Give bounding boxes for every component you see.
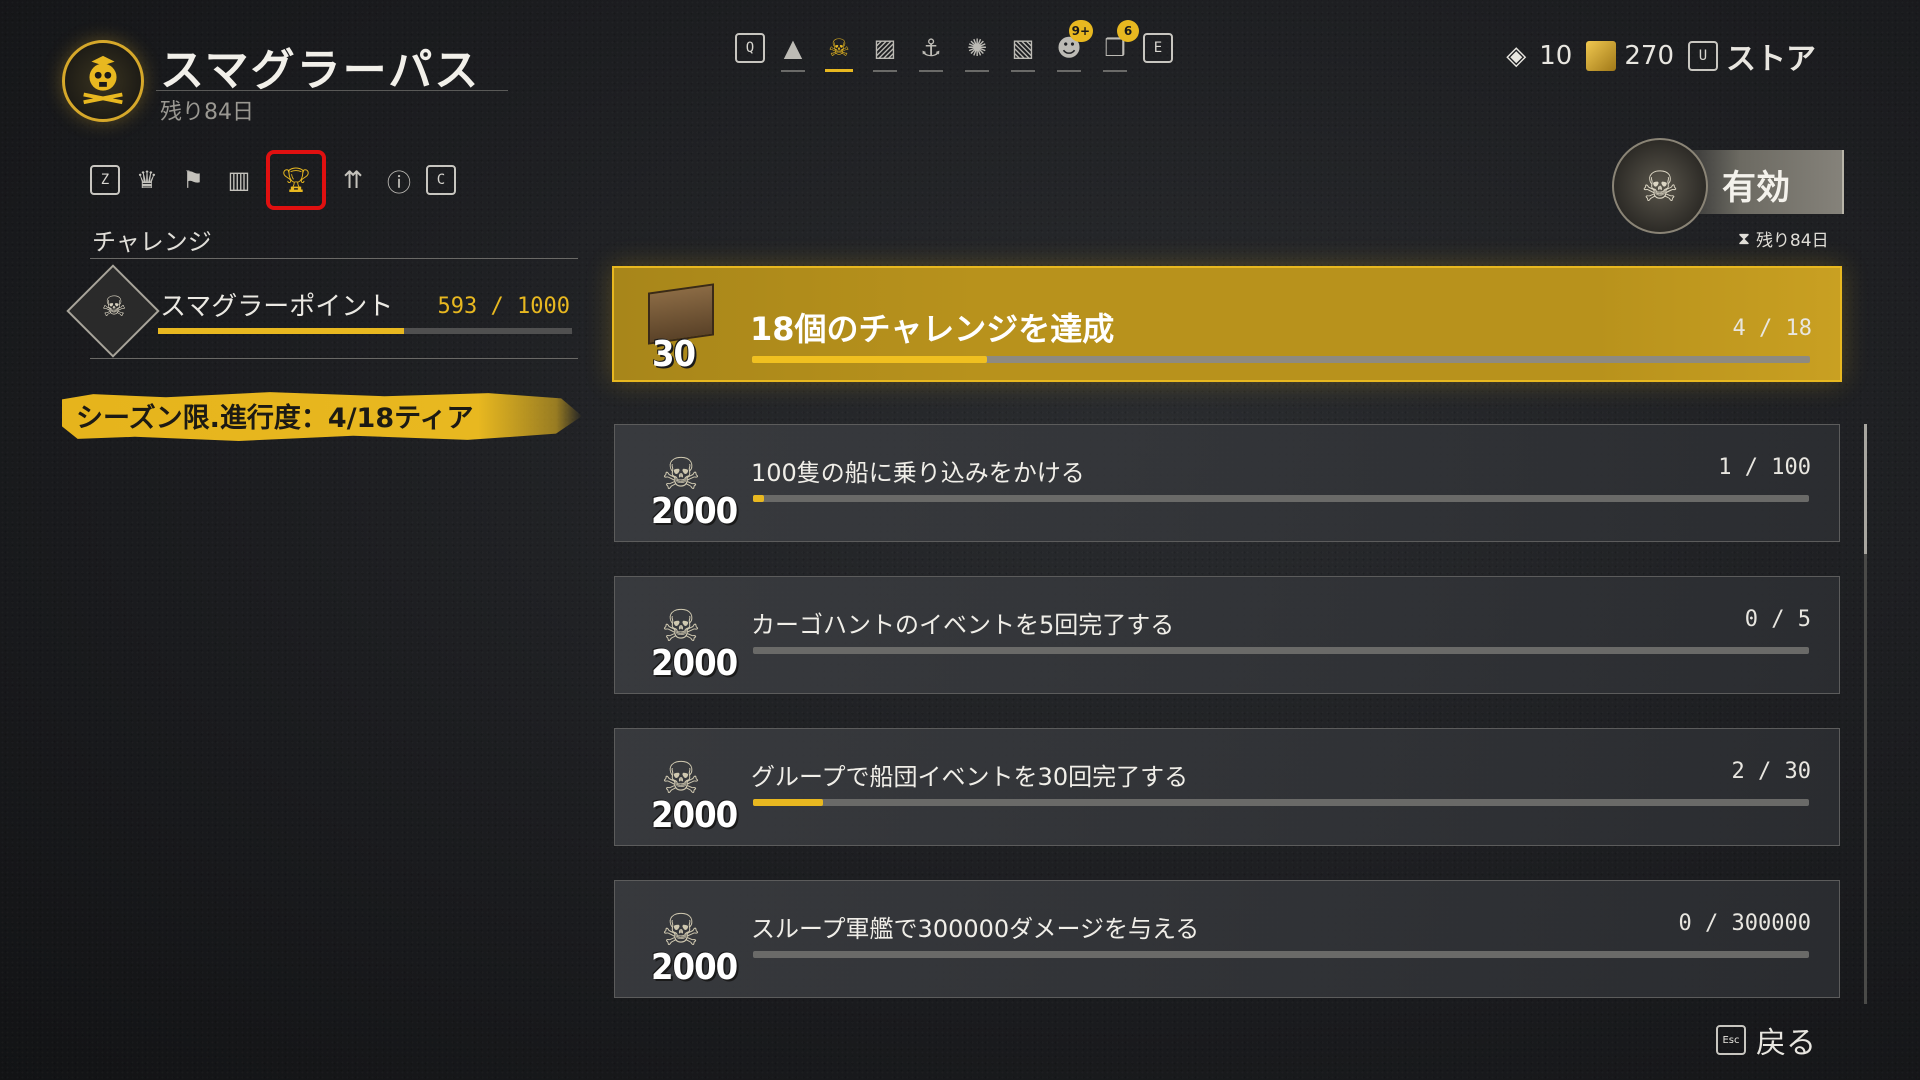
- challenge-count: 1 / 100: [1718, 455, 1811, 480]
- esc-key: Esc: [1716, 1025, 1746, 1055]
- smuggler-points-value: 593 / 1000: [437, 294, 570, 319]
- points-divider: [90, 358, 578, 359]
- challenge-count: 4 / 18: [1732, 316, 1812, 341]
- back-label: 戻る: [1756, 1026, 1816, 1061]
- challenge-count: 2 / 30: [1731, 759, 1811, 784]
- gold-balance: 270: [1586, 41, 1674, 71]
- challenge-card[interactable]: ☠ 2000 100隻の船に乗り込みをかける 1 / 100: [614, 424, 1840, 542]
- challenge-card[interactable]: ☠ 2000 グループで船団イベントを30回完了する 2 / 30: [614, 728, 1840, 846]
- sub-nav: Z ♛ ⚑ ▥ 🏆︎ ⇈ ⓘ C: [90, 150, 456, 210]
- gift-icon[interactable]: ▥: [220, 160, 258, 200]
- page-title: スマグラーパス: [160, 45, 481, 96]
- gold-icon: [1586, 41, 1617, 71]
- helm-token-value: 10: [1539, 41, 1573, 71]
- smuggler-points-progress: [158, 328, 572, 334]
- season-progress-text: シーズン限.進行度：4/18ティア: [76, 403, 474, 434]
- faction-icon[interactable]: ⚓: [913, 28, 949, 72]
- challenge-reward: 2000: [651, 947, 738, 988]
- title-divider: [156, 90, 508, 91]
- store-key: U: [1688, 41, 1718, 71]
- nav-next-key[interactable]: E: [1143, 33, 1173, 63]
- challenge-progress: [753, 799, 1809, 806]
- challenge-count: 0 / 5: [1744, 607, 1811, 632]
- challenge-reward: 2000: [651, 491, 738, 532]
- challenge-progress: [752, 356, 1810, 363]
- active-status-label: 有効: [1722, 168, 1790, 208]
- smuggler-points-label: スマグラーポイント: [160, 292, 394, 322]
- challenge-list-scrollbar[interactable]: [1864, 424, 1867, 1004]
- subnav-next-key[interactable]: C: [426, 165, 456, 195]
- skull-crossbones-icon: [83, 55, 123, 105]
- flag-icon[interactable]: ⚑: [174, 160, 212, 200]
- challenge-title: 18個のチャレンジを達成: [750, 310, 1115, 348]
- scrollbar-thumb[interactable]: [1864, 424, 1867, 554]
- ranking-icon[interactable]: ▲: [775, 28, 811, 72]
- store-button[interactable]: U ストア: [1688, 34, 1816, 78]
- upgrade-icon[interactable]: ⇈: [334, 160, 372, 200]
- challenge-progress-fill: [753, 495, 764, 502]
- hourglass-icon: ⧗: [1738, 228, 1750, 249]
- journal-notification-badge: 6: [1117, 20, 1139, 42]
- days-remaining: 残り84日: [160, 100, 254, 125]
- challenge-title: グループで船団イベントを30回完了する: [751, 763, 1189, 791]
- map-icon[interactable]: ▨: [867, 28, 903, 72]
- mask-notification-badge: 9+: [1068, 20, 1093, 42]
- challenge-progress-fill: [752, 356, 988, 363]
- challenge-count: 0 / 300000: [1678, 911, 1811, 936]
- smuggler-pass-emblem-icon: [62, 40, 144, 122]
- mask-icon[interactable]: ☻ 9+: [1051, 20, 1093, 72]
- subnav-prev-key[interactable]: Z: [90, 165, 120, 195]
- challenge-reward: 2000: [651, 795, 738, 836]
- challenge-progress-fill: [753, 799, 824, 806]
- helm-token-balance: ◈ 10: [1501, 41, 1572, 71]
- back-button[interactable]: Esc 戻る: [1716, 1018, 1816, 1062]
- rank-icon[interactable]: ♛: [128, 160, 166, 200]
- skull-badge-icon: ☠: [1612, 138, 1708, 234]
- helm-token-icon: ◈: [1506, 41, 1527, 71]
- kraken-icon[interactable]: ✺: [959, 28, 995, 72]
- challenge-card[interactable]: ☠ 2000 スループ軍艦で300000ダメージを与える 0 / 300000: [614, 880, 1840, 998]
- smuggler-points-progress-fill: [158, 328, 404, 334]
- smuggler-pass-icon[interactable]: ☠: [821, 28, 857, 72]
- challenge-title: 100隻の船に乗り込みをかける: [751, 459, 1085, 487]
- challenge-card[interactable]: ☠ 2000 カーゴハントのイベントを5回完了する 0 / 5: [614, 576, 1840, 694]
- challenge-card-featured[interactable]: 30 18個のチャレンジを達成 4 / 18: [612, 266, 1842, 382]
- challenge-title: スループ軍艦で300000ダメージを与える: [751, 915, 1200, 943]
- store-label: ストア: [1726, 42, 1816, 77]
- challenge-progress: [753, 647, 1809, 654]
- gold-value: 270: [1624, 41, 1674, 71]
- smuggler-points-icon: ☠: [101, 290, 127, 323]
- trophy-icon[interactable]: 🏆︎: [266, 150, 326, 210]
- challenge-progress: [753, 495, 1809, 502]
- contract-icon[interactable]: ▧: [1005, 28, 1041, 72]
- challenge-progress: [753, 951, 1809, 958]
- section-divider: [90, 258, 578, 259]
- journal-icon[interactable]: ❒ 6: [1097, 20, 1139, 72]
- nav-prev-key[interactable]: Q: [735, 33, 765, 63]
- currency-bar: ◈ 10 270 U ストア: [1501, 34, 1816, 78]
- challenge-reward: 30: [652, 334, 696, 375]
- section-label-challenges: チャレンジ: [92, 228, 212, 256]
- pass-remaining: ⧗ 残り84日: [1738, 226, 1829, 252]
- challenge-title: カーゴハントのイベントを5回完了する: [751, 611, 1175, 639]
- challenge-reward: 2000: [651, 643, 738, 684]
- top-nav: Q ▲ ☠ ▨ ⚓ ✺ ▧ ☻ 9+ ❒ 6 E: [735, 20, 1173, 72]
- pass-remaining-text: 残り84日: [1755, 231, 1829, 251]
- info-icon[interactable]: ⓘ: [380, 160, 418, 200]
